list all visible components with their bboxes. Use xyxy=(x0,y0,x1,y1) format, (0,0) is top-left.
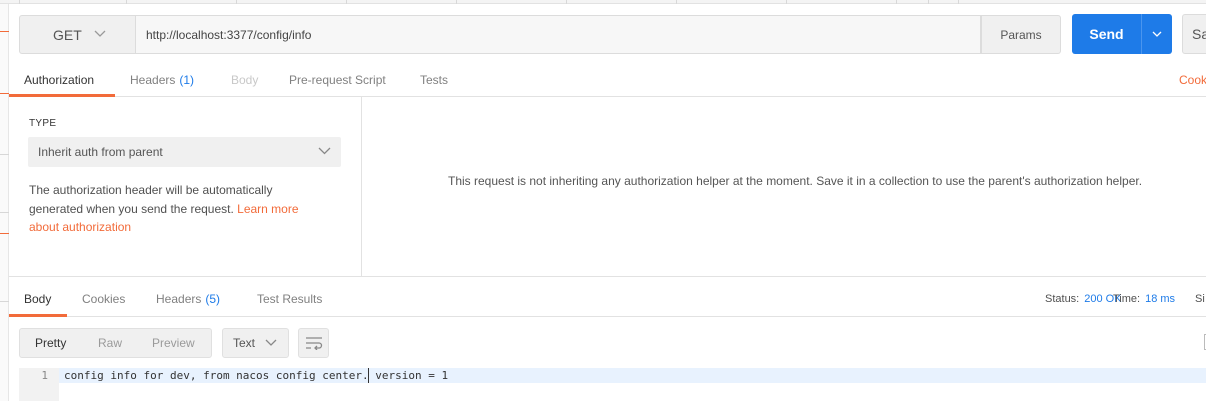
wrap-lines-button[interactable] xyxy=(298,328,329,358)
language-select[interactable]: Text xyxy=(222,328,289,358)
tab-authorization[interactable]: Authorization xyxy=(24,64,94,96)
chevron-down-icon xyxy=(1152,31,1162,37)
auth-type-value: Inherit auth from parent xyxy=(38,145,163,159)
tab-headers[interactable]: Headers (1) xyxy=(130,64,194,96)
sidebar-edge xyxy=(0,4,9,401)
time-label: Time: xyxy=(1113,292,1141,305)
wrap-icon xyxy=(305,337,322,350)
tab-label: Headers xyxy=(156,291,202,306)
pane-divider[interactable] xyxy=(9,276,1206,277)
save-button[interactable]: Sa xyxy=(1182,14,1206,54)
params-button[interactable]: Params xyxy=(981,15,1061,54)
tab-label: Body xyxy=(24,291,52,306)
time-value[interactable]: 18 ms xyxy=(1145,293,1175,305)
response-tabs: Body Cookies Headers (5) Test Results St… xyxy=(9,283,1206,317)
tab-label: Authorization xyxy=(24,73,95,87)
auth-settings-panel: TYPE Inherit auth from parent The author… xyxy=(9,97,362,276)
tab-label: Test Results xyxy=(257,291,323,306)
tab-label: Tests xyxy=(420,73,449,87)
tab-count: (1) xyxy=(179,73,195,87)
method-select[interactable]: GET xyxy=(19,15,136,54)
time-indicator: Time: 18 ms xyxy=(1113,283,1175,314)
tab-label: Headers xyxy=(130,73,176,87)
auth-description: The authorization header will be automat… xyxy=(29,181,329,237)
active-tab-indicator xyxy=(9,314,67,317)
tab-response-body[interactable]: Body xyxy=(24,283,51,314)
request-tabs: Authorization Headers (1) Body Pre-reque… xyxy=(9,64,1206,97)
tab-label: Pre-request Script xyxy=(289,73,386,87)
tab-tests[interactable]: Tests xyxy=(420,64,448,96)
tab-label: Body xyxy=(231,73,259,87)
status-label: Status: xyxy=(1045,292,1080,305)
response-body-text[interactable]: config info for dev, from nacos config c… xyxy=(64,369,448,382)
tab-response-headers[interactable]: Headers (5) xyxy=(156,283,220,314)
method-label: GET xyxy=(53,26,82,43)
size-label: Si xyxy=(1195,292,1205,305)
tab-label: Cookies xyxy=(82,291,126,306)
pretty-button[interactable]: Pretty xyxy=(35,329,66,357)
line-number: 1 xyxy=(41,369,48,382)
chevron-down-icon xyxy=(94,29,106,41)
type-label: TYPE xyxy=(29,118,57,129)
raw-button[interactable]: Raw xyxy=(98,329,122,357)
url-text: http://localhost:3377/config/info xyxy=(146,27,312,42)
auth-description-text: The authorization header will be automat… xyxy=(29,183,273,216)
tab-pre-request-script[interactable]: Pre-request Script xyxy=(289,64,386,96)
status-indicator: Status: 200 OK xyxy=(1045,283,1122,314)
tab-body[interactable]: Body xyxy=(231,64,258,96)
send-button[interactable]: Send xyxy=(1072,14,1141,54)
send-options-button[interactable] xyxy=(1141,14,1172,54)
tab-test-results[interactable]: Test Results xyxy=(257,283,322,314)
app-tab-strip xyxy=(0,0,1206,4)
tab-count: (5) xyxy=(205,291,221,306)
auth-inherit-message: This request is not inheriting any autho… xyxy=(448,174,1143,188)
save-label: Sa xyxy=(1192,26,1206,42)
chevron-down-icon xyxy=(265,336,277,350)
tab-response-cookies[interactable]: Cookies xyxy=(82,283,125,314)
language-value: Text xyxy=(233,336,256,350)
size-indicator: Si xyxy=(1195,283,1205,314)
params-label: Params xyxy=(1000,27,1042,42)
format-toggle: Pretty Raw Preview xyxy=(19,328,212,358)
preview-button[interactable]: Preview xyxy=(152,329,195,357)
cookies-link[interactable]: Cook xyxy=(1179,64,1206,96)
url-input[interactable]: http://localhost:3377/config/info xyxy=(136,15,981,54)
send-label: Send xyxy=(1089,26,1124,42)
auth-type-select[interactable]: Inherit auth from parent xyxy=(28,137,341,167)
chevron-down-icon xyxy=(318,144,331,158)
text-cursor xyxy=(368,368,369,383)
